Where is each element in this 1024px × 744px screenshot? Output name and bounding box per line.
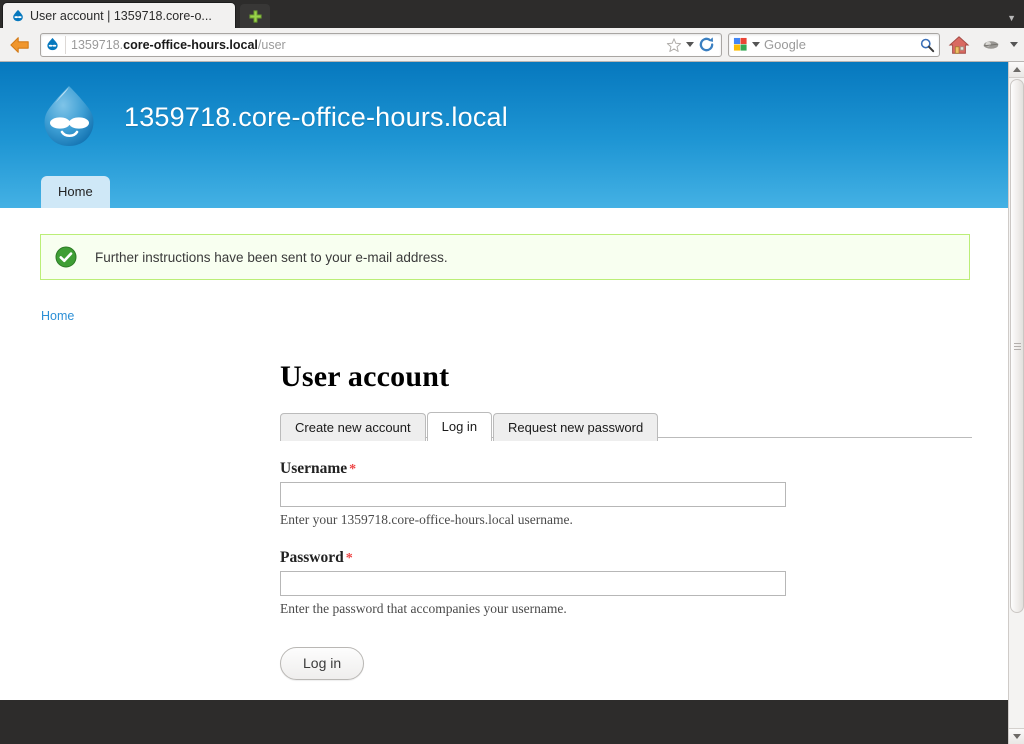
tab-request-new-password[interactable]: Request new password: [493, 413, 659, 441]
url-path: /user: [257, 37, 286, 52]
search-engine-dropdown-icon[interactable]: [752, 42, 760, 47]
local-tasks: Create new account Log in Request new pa…: [280, 411, 972, 441]
url-separator: [65, 35, 66, 54]
url-bar[interactable]: 1359718.core-office-hours.local/user: [40, 32, 722, 57]
scroll-down-icon: [1013, 734, 1021, 739]
main-column: User account Create new account Log in R…: [280, 323, 972, 680]
back-arrow-icon: [10, 36, 29, 53]
bookmark-dropdown-icon[interactable]: [686, 42, 694, 47]
tab-log-in[interactable]: Log in: [426, 412, 493, 441]
scroll-down-button[interactable]: [1009, 728, 1024, 744]
form-item-password: Password * Enter the password that accomp…: [280, 549, 972, 617]
site-identity-icon: [47, 37, 58, 51]
main-menu: Home: [41, 176, 110, 208]
url-prefix: 1359718.: [71, 37, 124, 52]
reload-icon[interactable]: [698, 36, 715, 53]
scrollbar-thumb[interactable]: [1010, 79, 1024, 613]
password-input[interactable]: [280, 571, 786, 596]
tab-strip: User account | 1359718.core-o... ▼: [0, 0, 1024, 28]
extension-icon: [983, 40, 999, 49]
password-required-marker: *: [345, 551, 353, 566]
magnifier-icon[interactable]: [919, 37, 935, 53]
url-text: 1359718.core-office-hours.local/user: [71, 38, 661, 52]
local-tasks-list: Create new account Log in Request new pa…: [280, 411, 972, 441]
tab-title: User account | 1359718.core-o...: [30, 8, 212, 23]
google-icon[interactable]: [733, 37, 748, 52]
username-label: Username *: [280, 460, 356, 478]
site-branding: 1359718.core-office-hours.local: [0, 62, 1008, 150]
back-button[interactable]: [6, 32, 34, 58]
toolbar-overflow-icon[interactable]: [1010, 42, 1018, 47]
scroll-up-icon: [1013, 67, 1021, 72]
login-form: Username * Enter your 1359718.core-office…: [280, 460, 972, 680]
scrollbar-grip-icon: [1013, 341, 1021, 352]
status-message: Further instructions have been sent to y…: [40, 234, 970, 280]
page-content: Further instructions have been sent to y…: [0, 234, 1008, 680]
username-description: Enter your 1359718.core-office-hours.loc…: [280, 512, 573, 527]
extensions-button[interactable]: [978, 32, 1004, 58]
username-input[interactable]: [280, 482, 786, 507]
home-button[interactable]: [946, 32, 972, 58]
url-bar-icons: [666, 36, 717, 53]
breadcrumb: Home: [41, 309, 1008, 323]
username-label-text: Username: [280, 460, 348, 477]
home-icon: [948, 35, 970, 54]
browser-window: User account | 1359718.core-o... ▼ 13597…: [0, 0, 1024, 744]
log-in-button[interactable]: Log in: [280, 647, 365, 680]
search-bar[interactable]: Google: [728, 32, 940, 57]
password-label-text: Password: [280, 549, 344, 566]
navigation-toolbar: 1359718.core-office-hours.local/user Goo…: [0, 28, 1024, 62]
site-name[interactable]: 1359718.core-office-hours.local: [124, 102, 508, 133]
plus-icon: [248, 9, 262, 23]
star-icon[interactable]: [666, 37, 682, 53]
new-tab-button[interactable]: [240, 4, 270, 28]
tabstrip-overflow-icon[interactable]: ▼: [1007, 13, 1016, 23]
drupal-droplet-icon: [13, 9, 23, 21]
page-footer-bar: [0, 700, 1008, 744]
password-label: Password *: [280, 549, 353, 567]
check-circle-icon: [55, 246, 77, 268]
site-header: 1359718.core-office-hours.local Home: [0, 62, 1008, 208]
status-message-text: Further instructions have been sent to y…: [95, 249, 448, 265]
scroll-up-button[interactable]: [1009, 62, 1024, 78]
breadcrumb-item-home[interactable]: Home: [41, 309, 74, 323]
username-required-marker: *: [349, 462, 357, 477]
menu-item-home[interactable]: Home: [41, 176, 110, 208]
drupal-droplet-logo[interactable]: [38, 84, 100, 150]
page-viewport: 1359718.core-office-hours.local Home Fur…: [0, 62, 1008, 744]
browser-tab[interactable]: User account | 1359718.core-o...: [2, 2, 236, 28]
page-scrollbar[interactable]: [1008, 62, 1024, 744]
tab-create-new-account[interactable]: Create new account: [280, 413, 426, 441]
password-description: Enter the password that accompanies your…: [280, 601, 567, 616]
search-input[interactable]: Google: [764, 37, 915, 52]
form-item-username: Username * Enter your 1359718.core-office…: [280, 460, 972, 528]
page-title: User account: [280, 360, 450, 393]
url-domain: core-office-hours.local: [123, 37, 258, 52]
